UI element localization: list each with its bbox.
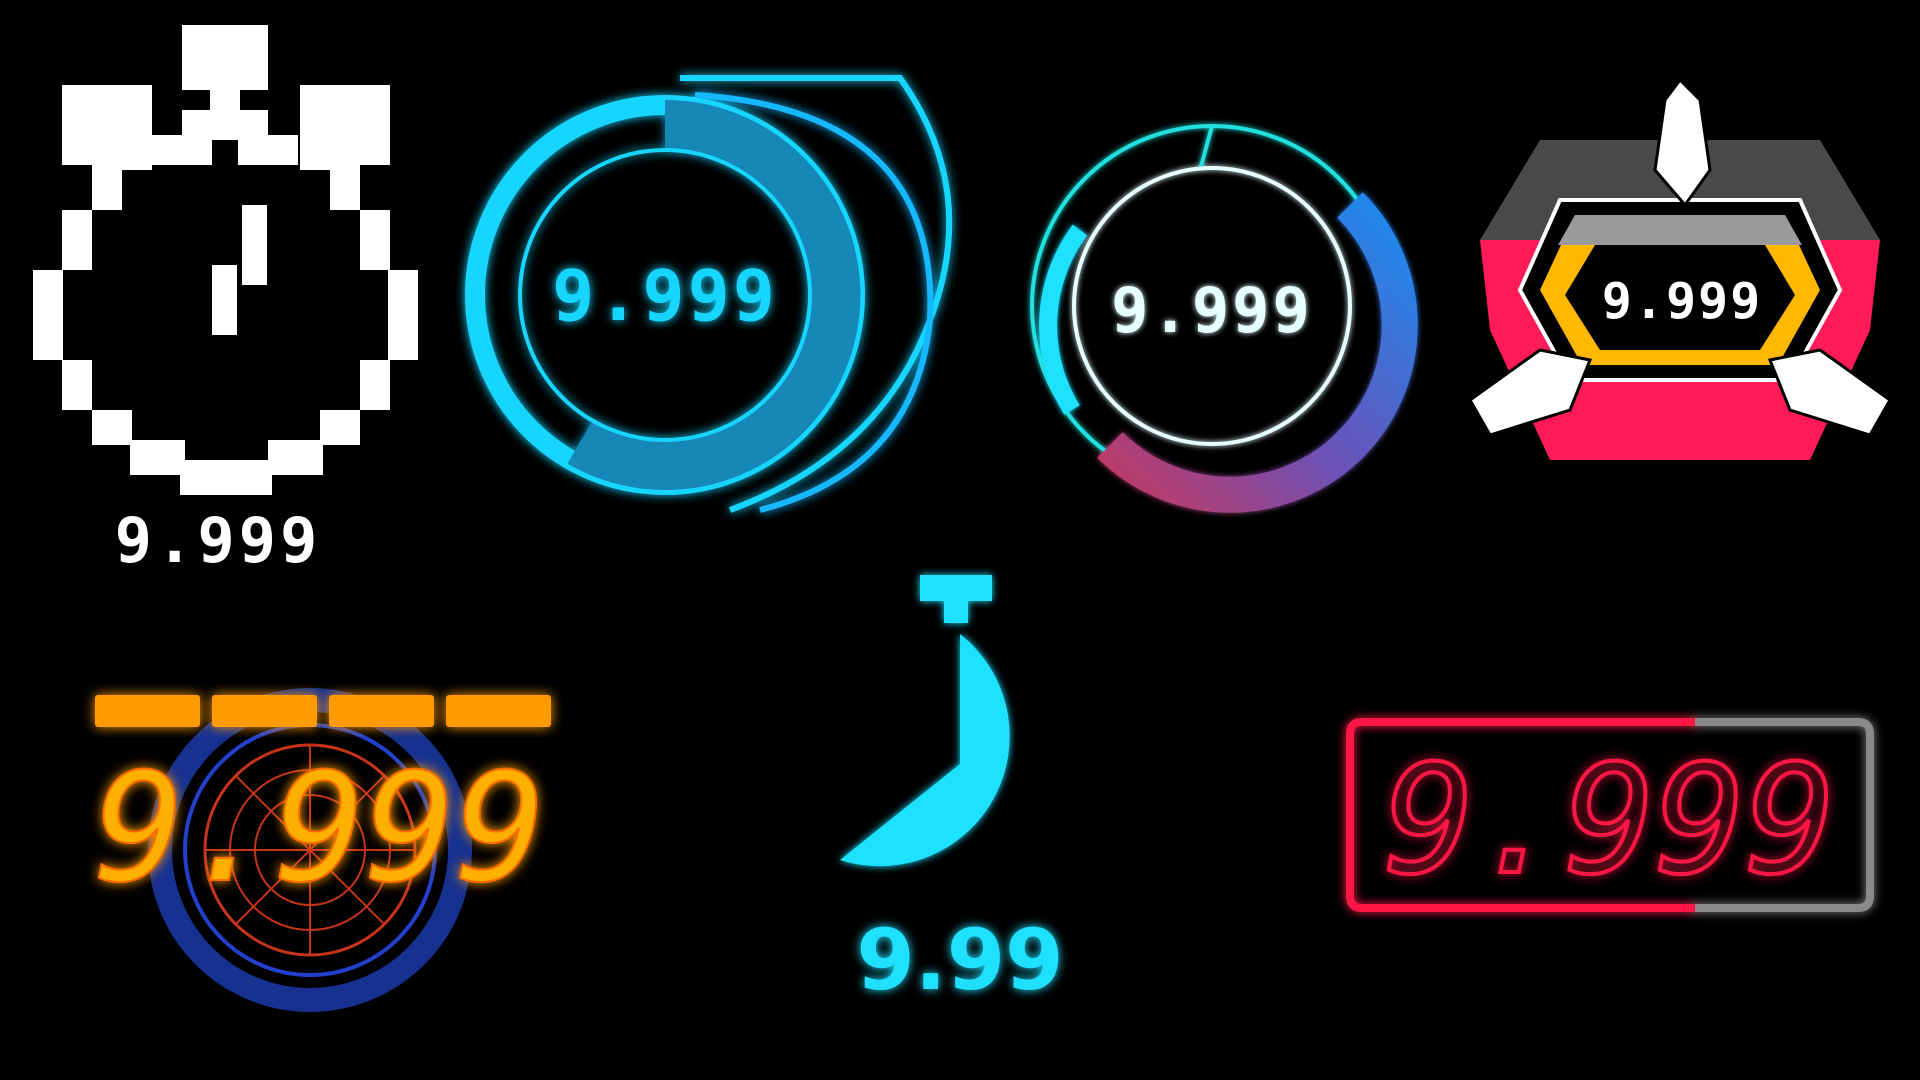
orange-lcd-timer-value: 9.999 — [94, 742, 546, 916]
red-lcd-graphic: 9.999 — [1346, 718, 1874, 912]
orange-lcd-timer: 9.999 — [60, 650, 580, 1012]
blue-ring-timer-value: 9.999 — [552, 255, 778, 337]
gradient-ring-timer-value: 9.999 — [1111, 274, 1313, 347]
pixel-stopwatch-timer: 9.999 — [30, 20, 430, 580]
blue-ring-graphic: 9.999 — [465, 75, 953, 513]
gradient-ring-graphic: 9.999 — [1030, 124, 1418, 513]
pie-stopwatch-graphic — [840, 575, 1010, 867]
hex-badge-graphic: 9.999 — [1468, 77, 1892, 460]
gradient-ring-timer: 9.999 — [1020, 110, 1420, 513]
pie-stopwatch-timer: 9.99 — [820, 570, 1120, 1010]
hex-badge-timer-value: 9.999 — [1602, 272, 1763, 330]
blue-ring-timer: 9.999 — [460, 70, 980, 530]
red-lcd-timer: 9.999 — [1340, 710, 1880, 930]
hex-badge-timer: 9.999 — [1460, 77, 1900, 480]
orange-lcd-graphic: 9.999 — [93, 688, 551, 1012]
pixel-timer-value: 9.999 — [114, 504, 322, 577]
pie-stopwatch-timer-value: 9.99 — [856, 911, 1064, 1009]
red-lcd-timer-value: 9.999 — [1384, 734, 1836, 908]
pixel-stopwatch-icon — [33, 25, 418, 495]
